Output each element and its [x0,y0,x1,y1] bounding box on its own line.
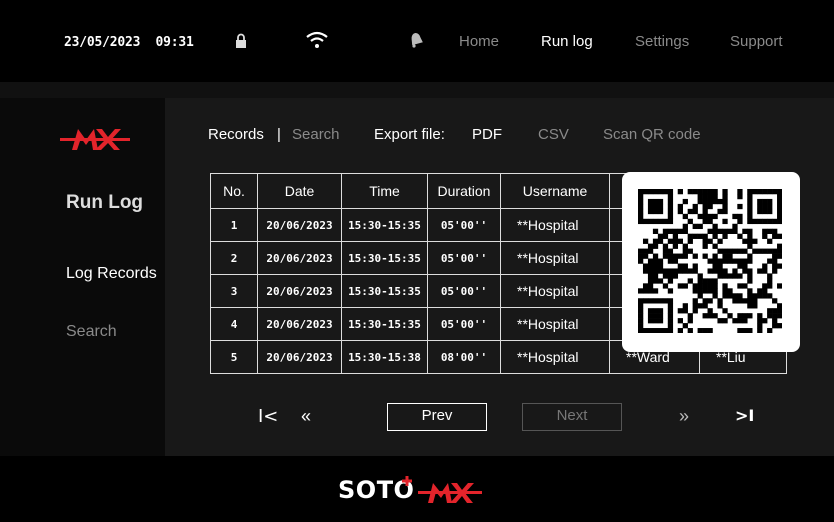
datetime: 23/05/2023 09:31 [64,35,194,50]
export-label: Export file: [374,126,445,143]
col-header-time: Time [341,173,428,209]
cell-duration: 05'00'' [427,208,501,242]
plus-mark-icon [402,476,412,486]
cell-date: 20/06/2023 [257,340,342,374]
cell-username: **Hospital [500,208,610,242]
sidebar-title: Run Log [66,192,144,213]
bell-icon[interactable] [408,32,424,48]
next-button[interactable]: Next [522,403,622,431]
first-page-button[interactable]: I< [258,406,278,427]
cell-date: 20/06/2023 [257,241,342,275]
cell-no: 3 [210,274,258,308]
date-text: 23/05/2023 [64,35,141,50]
cell-no: 1 [210,208,258,242]
qr-code-popup[interactable] [622,172,800,352]
nav-run-log[interactable]: Run log [541,33,593,50]
cell-time: 15:30-15:38 [341,340,428,374]
time-text: 09:31 [155,35,194,50]
col-header-duration: Duration [427,173,501,209]
search-tab[interactable]: Search [292,126,340,143]
cell-no: 2 [210,241,258,275]
nav-home[interactable]: Home [459,33,499,50]
cell-duration: 08'00'' [427,340,501,374]
cell-no: 5 [210,340,258,374]
cell-username: **Hospital [500,307,610,341]
sidebar-item-log-records[interactable]: Log Records [66,265,157,283]
cell-username: **Hospital [500,241,610,275]
col-header-date: Date [257,173,342,209]
cell-time: 15:30-15:35 [341,241,428,275]
mx-logo-icon [60,129,130,150]
nav-settings[interactable]: Settings [635,33,689,50]
cell-date: 20/06/2023 [257,274,342,308]
cell-time: 15:30-15:35 [341,208,428,242]
export-csv-button[interactable]: CSV [538,126,569,143]
cell-time: 15:30-15:35 [341,274,428,308]
cell-duration: 05'00'' [427,307,501,341]
cell-time: 15:30-15:35 [341,307,428,341]
footer [0,456,834,522]
cell-duration: 05'00'' [427,241,501,275]
tab-separator: | [277,126,281,143]
export-pdf-button[interactable]: PDF [472,126,502,143]
lock-icon [236,33,246,48]
prev-fast-button[interactable]: « [301,406,311,427]
col-header-username: Username [500,173,610,209]
divider-bar [0,82,834,98]
cell-date: 20/06/2023 [257,307,342,341]
mx-footer-logo-icon [418,483,482,503]
next-fast-button[interactable]: » [679,406,689,427]
cell-no: 4 [210,307,258,341]
scan-qr-button[interactable]: Scan QR code [603,126,701,143]
prev-button[interactable]: Prev [387,403,487,431]
cell-date: 20/06/2023 [257,208,342,242]
cell-username: **Hospital [500,340,610,374]
records-tab[interactable]: Records [208,126,264,143]
cell-duration: 05'00'' [427,274,501,308]
sidebar-item-search[interactable]: Search [66,323,117,341]
qr-code-icon [638,189,782,333]
nav-support[interactable]: Support [730,33,783,50]
col-header-no: No. [210,173,258,209]
wifi-icon [306,31,328,48]
cell-username: **Hospital [500,274,610,308]
last-page-button[interactable]: >I [735,406,754,425]
